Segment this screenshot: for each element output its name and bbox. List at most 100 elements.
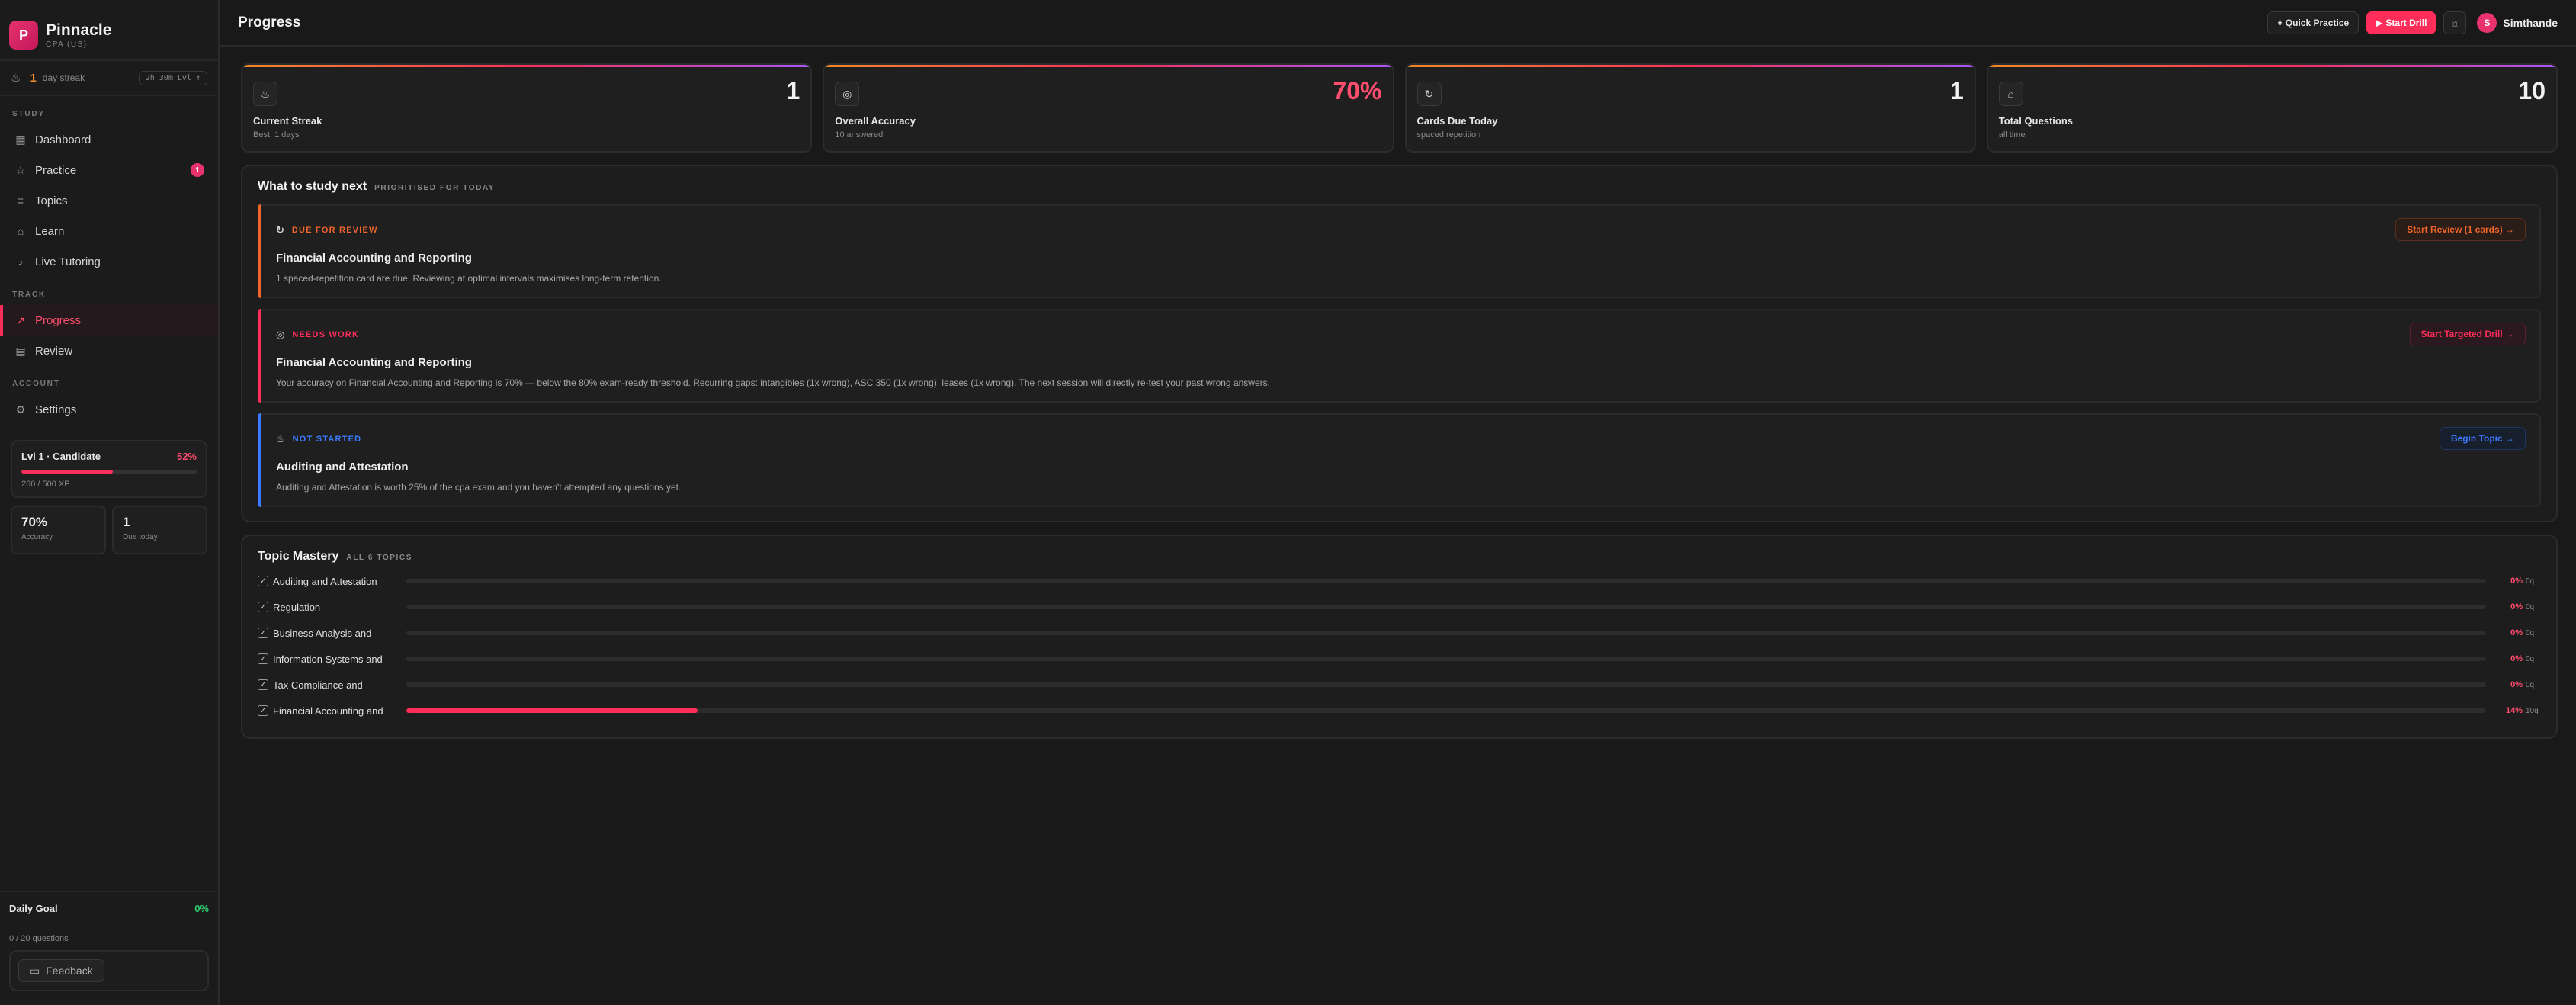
topic-question-count: 0q — [2526, 576, 2535, 586]
checkbox-icon: ✓ — [258, 576, 268, 586]
checkbox-icon: ✓ — [258, 628, 268, 638]
flame-icon: ♨ — [253, 82, 277, 106]
refresh-icon: ↻ — [1416, 82, 1442, 106]
nav-section-track: TRACK — [12, 291, 46, 299]
start-review-button[interactable]: Start Review (1 cards) → — [2395, 218, 2526, 241]
start-drill-button[interactable]: ▶ Start Drill — [2366, 11, 2436, 34]
topic-progress-bar — [406, 708, 2486, 713]
stat-card-accuracy: ◎ 70% Overall Accuracy 10 answered — [823, 63, 1394, 153]
stat-sub: 10 answered — [835, 130, 884, 140]
sidebar-item-label: Settings — [35, 403, 77, 416]
study-next-panel: What to study next PRIORITISED FOR TODAY… — [241, 165, 2558, 522]
sidebar-item-label: Live Tutoring — [35, 255, 101, 268]
sidebar-item-progress[interactable]: ↗ Progress — [0, 305, 218, 336]
sidebar-item-label: Dashboard — [35, 133, 91, 146]
topic-name: Business Analysis and — [273, 627, 372, 639]
checkbox-icon: ✓ — [258, 602, 268, 612]
nav-section-study: STUDY — [12, 110, 45, 118]
stat-label: Current Streak — [253, 115, 322, 127]
graduation-cap-icon: ⌂ — [1998, 82, 2023, 106]
topic-row[interactable]: ✓ Regulation 0% 0q — [258, 594, 2541, 620]
user-menu[interactable]: S Simthande — [2477, 12, 2558, 33]
nav-section-account: ACCOUNT — [12, 380, 60, 388]
rec-title: Financial Accounting and Reporting — [276, 356, 472, 369]
checkbox-icon: ✓ — [258, 653, 268, 664]
avatar: S — [2477, 12, 2497, 33]
stat-sub: Best: 1 days — [253, 130, 300, 140]
topic-row[interactable]: ✓ Financial Accounting and 14% 10q — [258, 698, 2541, 724]
topic-question-count: 0q — [2526, 628, 2535, 637]
topic-row[interactable]: ✓ Information Systems and 0% 0q — [258, 646, 2541, 672]
brand-subtitle: CPA (US) — [46, 40, 88, 49]
topic-percent: 0% — [2510, 576, 2523, 586]
stat-card-cards-due: ↻ 1 Cards Due Today spaced repetition — [1404, 63, 1976, 153]
play-icon: ▶ — [2376, 17, 2383, 28]
stat-row: ♨ 1 Current Streak Best: 1 days ◎ 70% Ov… — [241, 63, 2558, 153]
stat-value: 10 — [2518, 77, 2546, 104]
streak-label: day streak — [42, 72, 85, 83]
chat-icon: ▭ — [30, 964, 40, 977]
sidebar-item-dashboard[interactable]: ▦ Dashboard — [0, 124, 218, 155]
sidebar-item-label: Review — [35, 344, 73, 358]
brand-name: Pinnacle — [46, 21, 112, 39]
topic-percent: 14% — [2505, 706, 2523, 715]
checkbox-icon: ✓ — [258, 705, 268, 716]
mini-stats: 70% Accuracy 1 Due today — [11, 506, 207, 554]
rec-desc: Auditing and Attestation is worth 25% of… — [276, 482, 682, 493]
user-name: Simthande — [2503, 16, 2558, 29]
stat-sub: spaced repetition — [1416, 130, 1481, 140]
theme-toggle-button[interactable]: ☼ — [2443, 11, 2467, 34]
mini-stat-label: Due today — [123, 533, 158, 541]
streak-timer: 2h 30m Lvl ↑ — [138, 70, 207, 85]
brand[interactable]: P Pinnacle CPA (US) — [0, 0, 218, 56]
stat-sub: all time — [1998, 130, 2026, 140]
level-progress-fill — [21, 470, 113, 474]
stat-value: 1 — [786, 77, 800, 104]
grid-icon: ▦ — [15, 133, 26, 146]
sidebar: P Pinnacle CPA (US) ♨ 1 day streak 2h 30… — [0, 0, 220, 1005]
gear-icon: ⚙ — [15, 403, 26, 416]
sidebar-item-practice[interactable]: ☆ Practice 1 — [0, 155, 218, 185]
topic-percent: 0% — [2510, 602, 2523, 612]
topic-progress-bar — [406, 682, 2486, 687]
review-icon: ▤ — [15, 344, 26, 357]
sidebar-item-topics[interactable]: ≡ Topics — [0, 185, 218, 216]
stat-label: Total Questions — [1998, 115, 2074, 127]
topic-row[interactable]: ✓ Auditing and Attestation 0% 0q — [258, 568, 2541, 594]
topic-question-count: 0q — [2526, 602, 2535, 612]
panel-title: Topic Mastery — [258, 550, 339, 563]
sidebar-item-review[interactable]: ▤ Review — [0, 336, 218, 366]
sidebar-item-label: Learn — [35, 224, 65, 238]
topic-row[interactable]: ✓ Tax Compliance and 0% 0q — [258, 672, 2541, 698]
begin-topic-button[interactable]: Begin Topic → — [2439, 427, 2526, 450]
sidebar-item-live-tutoring[interactable]: ♪ Live Tutoring — [0, 246, 218, 277]
rec-desc: Your accuracy on Financial Accounting an… — [276, 377, 1270, 388]
topic-question-count: 0q — [2526, 654, 2535, 663]
stat-value: 1 — [1949, 77, 1964, 104]
start-drill-label: Start Drill — [2385, 17, 2427, 28]
topic-progress-bar — [406, 631, 2486, 635]
microphone-icon: ♪ — [18, 255, 24, 268]
rec-tag: NOT STARTED — [292, 435, 362, 444]
panel-title: What to study next — [258, 180, 367, 193]
mini-stat-label: Accuracy — [21, 533, 53, 541]
feedback-button[interactable]: ▭ Feedback — [18, 959, 104, 982]
mini-stat-value: 1 — [123, 515, 130, 529]
rec-card-not-started: ♨ NOT STARTED Auditing and Attestation A… — [258, 413, 2541, 507]
topic-percent: 0% — [2510, 628, 2523, 637]
brand-logo: P — [9, 21, 38, 50]
streak-row: ♨ 1 day streak 2h 30m Lvl ↑ — [0, 59, 218, 96]
topic-percent: 0% — [2510, 654, 2523, 663]
level-card: Lvl 1 · Candidate 52% 260 / 500 XP — [11, 440, 207, 498]
trending-up-icon: ↗ — [16, 313, 25, 326]
start-targeted-drill-button[interactable]: Start Targeted Drill → — [2409, 323, 2526, 345]
topic-row[interactable]: ✓ Business Analysis and 0% 0q — [258, 620, 2541, 646]
graduation-cap-icon: ⌂ — [17, 225, 24, 237]
sidebar-item-label: Topics — [35, 194, 68, 207]
sidebar-item-learn[interactable]: ⌂ Learn — [0, 216, 218, 246]
level-xp: 260 / 500 XP — [21, 480, 70, 489]
sidebar-item-settings[interactable]: ⚙ Settings — [0, 394, 218, 425]
quick-practice-button[interactable]: + Quick Practice — [2267, 11, 2359, 34]
rec-desc: 1 spaced-repetition card are due. Review… — [276, 273, 662, 284]
rec-title: Financial Accounting and Reporting — [276, 252, 472, 265]
